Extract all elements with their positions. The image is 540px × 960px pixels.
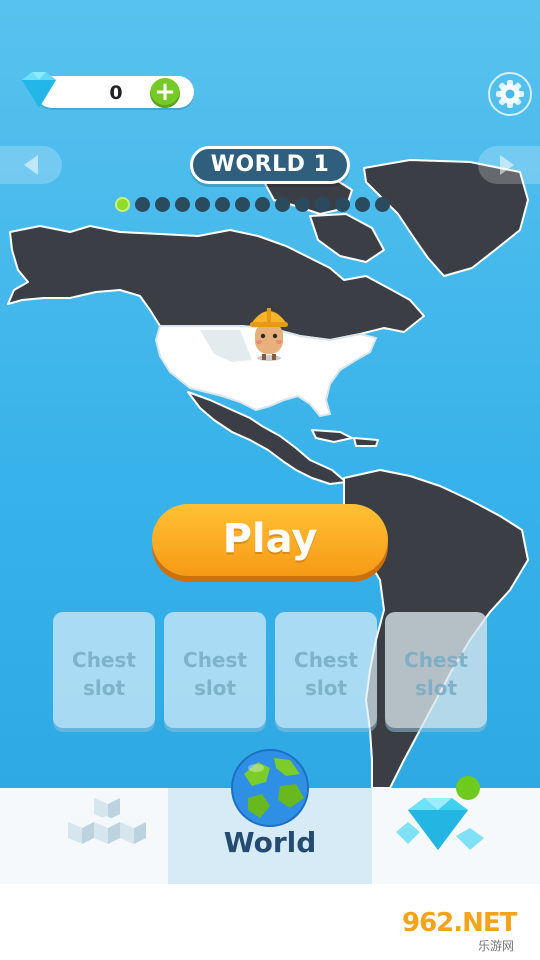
tab-shop[interactable] — [0, 788, 168, 884]
level-dot — [195, 197, 210, 212]
chest-slot[interactable]: Chest slot — [275, 612, 377, 728]
chest-slot-label: Chest slot — [404, 648, 468, 700]
level-dot — [255, 197, 270, 212]
globe-icon — [231, 749, 309, 827]
play-button-label: Play — [222, 516, 318, 562]
chest-slot[interactable]: Chest slot — [164, 612, 266, 728]
chevron-right-icon — [500, 155, 514, 175]
chevron-left-icon — [24, 155, 38, 175]
plus-icon: + — [154, 77, 176, 107]
chest-slot[interactable]: Chest slot — [385, 612, 487, 728]
level-dot — [335, 197, 350, 212]
level-dot — [355, 197, 370, 212]
add-gems-button[interactable]: + — [150, 77, 180, 108]
previous-world-button[interactable] — [0, 146, 62, 184]
gear-icon — [496, 80, 524, 108]
watermark-sub: 乐游网 — [478, 939, 515, 953]
chest-slot-label: Chest slot — [294, 648, 358, 700]
diamond-icon — [22, 72, 56, 108]
watermark: 962.NET 乐游网 — [402, 908, 534, 956]
chest-slot-label: Chest slot — [183, 648, 247, 700]
next-world-button[interactable] — [478, 146, 540, 184]
play-button[interactable]: Play — [152, 504, 388, 576]
diamond-icon — [396, 798, 484, 850]
level-dot — [215, 197, 230, 212]
bottom-navigation: World — [0, 749, 540, 884]
tab-world[interactable]: World — [168, 749, 372, 884]
cubes-icon — [68, 792, 146, 844]
level-dot — [175, 197, 190, 212]
notification-badge — [456, 776, 480, 800]
level-dot — [295, 197, 310, 212]
tab-gems-shop[interactable] — [372, 776, 540, 884]
level-dot — [135, 197, 150, 212]
world-title-badge: WORLD 1 — [190, 146, 350, 184]
player-character — [250, 308, 288, 361]
tab-world-label: World — [223, 826, 317, 859]
chest-slot-label: Chest slot — [72, 648, 136, 700]
world-title: WORLD 1 — [210, 152, 330, 177]
level-dot — [235, 197, 250, 212]
level-dot — [315, 197, 330, 212]
level-dot — [115, 197, 130, 212]
chest-slot[interactable]: Chest slot — [53, 612, 155, 728]
level-dot — [275, 197, 290, 212]
level-dot — [375, 197, 390, 212]
watermark-main: 962.NET — [402, 908, 517, 938]
settings-button[interactable] — [488, 72, 532, 116]
level-progress-dots — [115, 197, 390, 215]
gem-counter: 0 + — [14, 72, 194, 110]
gem-count: 0 — [109, 82, 123, 104]
level-dot — [155, 197, 170, 212]
